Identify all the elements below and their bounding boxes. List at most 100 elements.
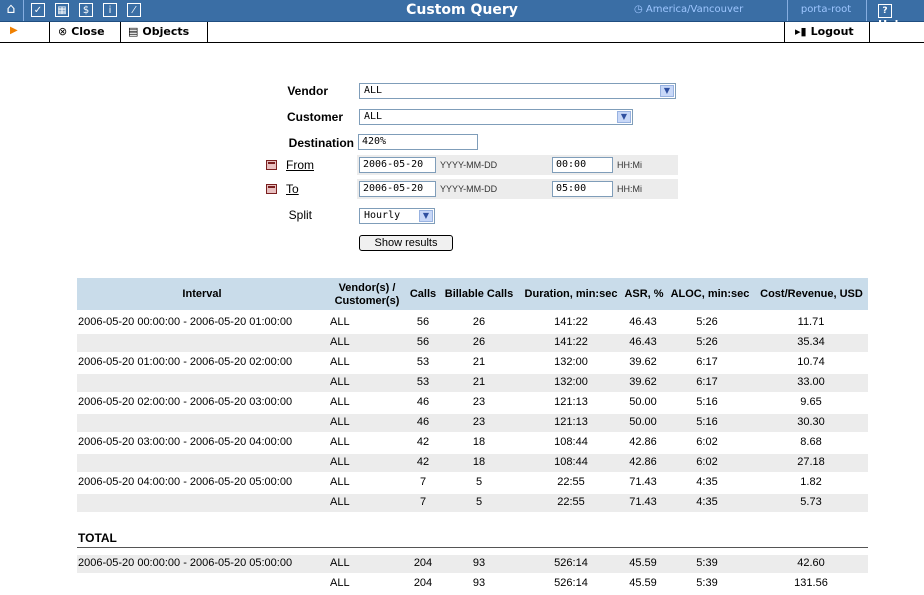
cell-duration: 132:00 <box>554 356 588 368</box>
cell-duration: 22:55 <box>557 496 585 508</box>
tasks-icon[interactable]: ✓ <box>31 3 45 17</box>
chevron-down-icon: ▼ <box>419 210 433 222</box>
cell-duration: 141:22 <box>554 316 588 328</box>
divider <box>866 0 867 21</box>
cell-calls: 56 <box>416 336 430 348</box>
cell-billable: 93 <box>472 557 486 569</box>
customer-label: Customer <box>286 110 343 124</box>
cell-calls: 42 <box>416 436 430 448</box>
cell-calls: 7 <box>419 496 427 508</box>
col-cost-revenue: Cost/Revenue, USD <box>760 288 863 300</box>
divider <box>207 22 208 42</box>
cell-interval: 2006-05-20 01:00:00 - 2006-05-20 02:00:0… <box>78 356 293 368</box>
cell-billable: 18 <box>472 436 486 448</box>
stats-icon[interactable]: ⁄ <box>127 3 141 17</box>
destination-input[interactable]: 420% <box>358 134 478 150</box>
cell-cost: 11.71 <box>797 316 825 328</box>
info-icon[interactable]: i <box>103 3 117 17</box>
table-row: ALL 46 23 121:13 50.00 5:16 30.30 <box>77 414 868 432</box>
objects-button[interactable]: ▤ Objects <box>128 25 189 38</box>
to-time-input[interactable]: 05:00 <box>552 181 613 197</box>
col-calls: Calls <box>409 288 437 300</box>
from-time-hint: HH:Mi <box>617 160 642 170</box>
split-label: Split <box>288 208 312 222</box>
cell-duration: 526:14 <box>554 557 588 569</box>
cell-billable: 5 <box>475 476 483 488</box>
timezone-link[interactable]: ◷ America/Vancouver <box>634 4 743 15</box>
cell-asr: 71.43 <box>629 496 657 508</box>
col-customer-label: Customer(s) <box>334 295 400 307</box>
cell-cost: 42.60 <box>797 557 825 569</box>
cell-cost: 9.65 <box>800 396 822 408</box>
cell-vendor-customer: ALL <box>330 577 350 589</box>
cell-billable: 18 <box>472 456 486 468</box>
to-date-hint: YYYY-MM-DD <box>440 184 498 194</box>
cell-aloc: 5:16 <box>696 396 718 408</box>
cell-billable: 23 <box>472 396 486 408</box>
user-link[interactable]: porta-root <box>788 4 864 15</box>
chevron-down-icon: ▼ <box>617 111 631 123</box>
cell-vendor-customer: ALL <box>330 396 350 408</box>
logout-icon: ▸▮ <box>795 25 807 38</box>
cell-cost: 1.82 <box>800 476 822 488</box>
table-row: 2006-05-20 02:00:00 - 2006-05-20 03:00:0… <box>77 394 868 412</box>
customer-select[interactable]: ALL ▼ <box>359 109 633 125</box>
to-link[interactable]: To <box>286 182 299 196</box>
close-button[interactable]: ⊗ Close <box>58 25 105 38</box>
cell-cost: 27.18 <box>797 456 825 468</box>
billing-icon[interactable]: $ <box>79 3 93 17</box>
cell-calls: 53 <box>416 356 430 368</box>
cell-interval: 2006-05-20 02:00:00 - 2006-05-20 03:00:0… <box>78 396 293 408</box>
cell-vendor-customer: ALL <box>330 336 350 348</box>
chevron-down-icon: ▼ <box>660 85 674 97</box>
cell-cost: 33.00 <box>797 376 825 388</box>
total-row: ALL 204 93 526:14 45.59 5:39 131.56 <box>77 575 868 593</box>
from-time-input[interactable]: 00:00 <box>552 157 613 173</box>
total-label: TOTAL <box>78 531 117 545</box>
logout-button[interactable]: ▸▮ Logout <box>795 25 854 38</box>
home-icon[interactable]: ⌂ <box>4 2 18 17</box>
vendor-select[interactable]: ALL ▼ <box>359 83 676 99</box>
destination-label: Destination <box>288 136 354 150</box>
cell-calls: 42 <box>416 456 430 468</box>
col-duration: Duration, min:sec <box>524 288 618 300</box>
to-date-input[interactable]: 2006-05-20 <box>359 181 436 197</box>
cell-calls: 204 <box>413 577 433 589</box>
cell-billable: 26 <box>472 316 486 328</box>
col-vendor-customer: Vendor(s) / Customer(s) <box>329 282 405 308</box>
divider <box>869 22 870 42</box>
divider <box>23 0 24 21</box>
col-vendor-label: Vendor(s) / <box>338 282 396 294</box>
table-row: ALL 42 18 108:44 42.86 6:02 27.18 <box>77 454 868 472</box>
cell-vendor-customer: ALL <box>330 496 350 508</box>
cell-billable: 21 <box>472 356 486 368</box>
total-divider <box>77 547 868 548</box>
calendar-icon[interactable] <box>266 184 277 194</box>
cell-asr: 39.62 <box>629 376 657 388</box>
cell-calls: 7 <box>419 476 427 488</box>
cell-calls: 46 <box>416 416 430 428</box>
cell-vendor-customer: ALL <box>330 356 350 368</box>
play-arrow-icon: ▶ <box>10 25 18 36</box>
cell-duration: 121:13 <box>554 396 588 408</box>
calendar-icon[interactable] <box>266 160 277 170</box>
from-link[interactable]: From <box>286 158 314 172</box>
cell-aloc: 5:16 <box>696 416 718 428</box>
table-row: 2006-05-20 03:00:00 - 2006-05-20 04:00:0… <box>77 434 868 452</box>
cell-billable: 5 <box>475 496 483 508</box>
cell-duration: 22:55 <box>557 476 585 488</box>
cell-aloc: 5:26 <box>696 336 718 348</box>
cell-billable: 26 <box>472 336 486 348</box>
cell-billable: 21 <box>472 376 486 388</box>
from-date-input[interactable]: 2006-05-20 <box>359 157 436 173</box>
cell-calls: 46 <box>416 396 430 408</box>
split-select[interactable]: Hourly ▼ <box>359 208 435 224</box>
logout-label: Logout <box>810 25 854 38</box>
cell-asr: 46.43 <box>629 336 657 348</box>
table-row: 2006-05-20 01:00:00 - 2006-05-20 02:00:0… <box>77 354 868 372</box>
cell-asr: 39.62 <box>629 356 657 368</box>
objects-icon: ▤ <box>128 25 139 38</box>
calculator-icon[interactable]: ▦ <box>55 3 69 17</box>
cell-duration: 121:13 <box>554 416 588 428</box>
show-results-button[interactable]: Show results <box>359 235 453 251</box>
